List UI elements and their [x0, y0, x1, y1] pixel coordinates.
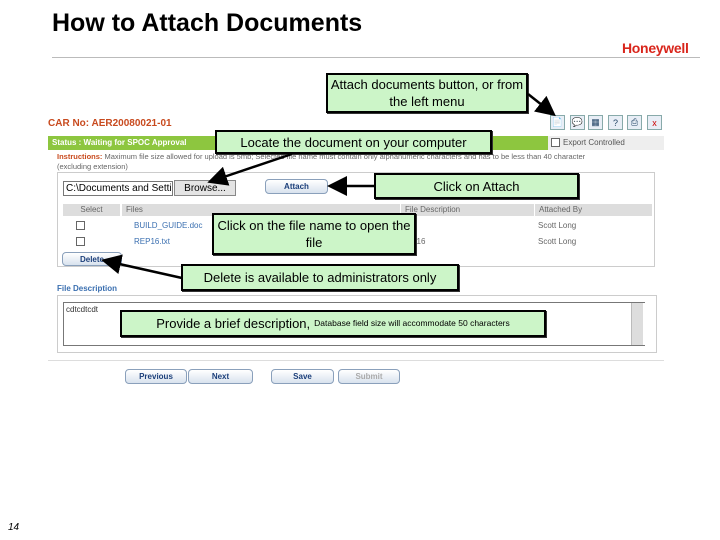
arrow-to-browse: [207, 152, 293, 186]
arrow-to-toolbar: [527, 93, 556, 117]
callout-arrows: [101, 93, 556, 280]
arrow-to-delete: [101, 254, 183, 280]
